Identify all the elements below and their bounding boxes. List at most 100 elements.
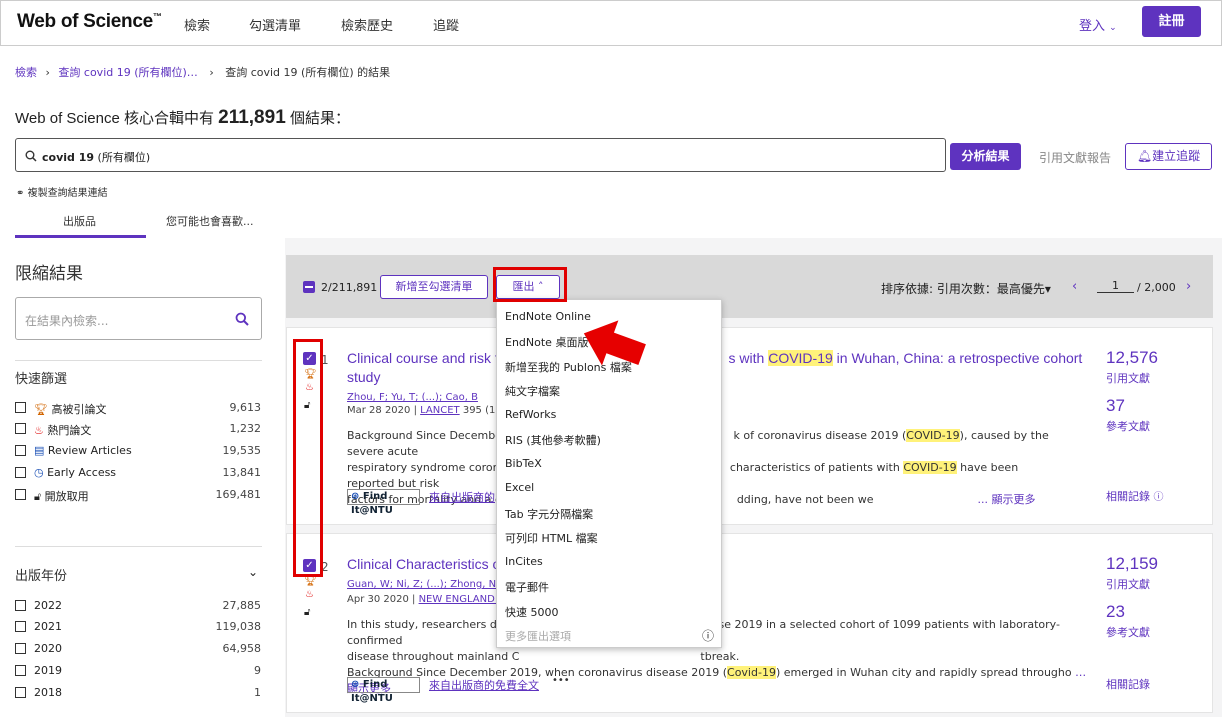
reference-count[interactable]: 37 [1106,396,1125,416]
select-all-checkbox[interactable] [303,281,315,293]
trophy-icon: 🏆︎ [34,403,48,416]
year-filter[interactable]: 2021 119,038 [15,619,261,635]
sort-dropdown[interactable]: 排序依據: 引用次數：最高優先▾ [881,280,1051,297]
export-printable-html[interactable]: 可列印 HTML 檔案 [505,530,598,546]
refine-sidebar: 限縮結果 在結果內檢索... 快速篩選 🏆︎ 高被引論文 9,613 ♨︎ 熱門論… [0,238,285,717]
publisher-link[interactable]: 來自出版商的 [429,489,495,505]
export-refworks[interactable]: RefWorks [505,408,556,421]
find-it-ntu-button[interactable]: ⊛ Find It@NTU [347,677,420,704]
search-query-box[interactable]: covid 19 (所有欄位) [15,138,946,172]
year-filter[interactable]: 2020 64,958 [15,641,261,657]
breadcrumb-current: 查詢 covid 19 (所有欄位) 的結果 [225,66,391,79]
record-source: Mar 28 2020 | LANCET 395 (10229 [347,405,521,416]
filter-early-access[interactable]: ◷ Early Access 13,841 [15,465,261,481]
help-icon: ⓘ [1153,492,1164,503]
export-email[interactable]: 電子郵件 [505,579,549,595]
refine-search-input[interactable]: 在結果內檢索... [15,297,262,340]
record-authors[interactable]: Guan, W; Ni, Z; (...); Zhong, N [347,579,496,590]
export-more-options: 更多匯出選項 [505,630,571,643]
filter-review-articles[interactable]: ▤ Review Articles 19,535 [15,443,261,459]
add-to-marked-list-button[interactable]: 新增至勾選清單 [380,275,488,299]
related-records-link[interactable]: 相關記錄 [1106,676,1150,692]
export-plain-text[interactable]: 純文字檔案 [505,383,560,399]
login-button[interactable]: 登入 ⌄ [1079,15,1117,34]
export-endnote-desktop[interactable]: EndNote 桌面版 [505,334,588,350]
export-fast-5000[interactable]: 快速 5000 [505,604,559,620]
publication-year-title: 出版年份 [15,569,68,584]
analyze-results-button[interactable]: 分析結果 [950,143,1021,170]
signup-button[interactable]: 註冊 [1142,6,1201,37]
open-lock-icon: 🔓︎ [34,490,42,503]
reference-count[interactable]: 23 [1106,602,1125,622]
year-filter[interactable]: 2018 1 [15,685,261,701]
record-authors[interactable]: Zhou, F; Yu, T; (...); Cao, B [347,392,478,403]
tab-publications[interactable]: 出版品 [63,213,96,229]
copy-query-link[interactable]: ⚭ 複製查詢結果連結 [16,184,108,199]
total-pages: / 2,000 [1137,281,1176,294]
export-tab-delimited[interactable]: Tab 字元分隔檔案 [505,506,593,522]
refine-title: 限縮結果 [15,264,83,284]
info-icon[interactable]: ⓘ [702,627,714,644]
find-it-ntu-button[interactable]: ⊛ Find It@NTU [347,489,420,516]
filter-highly-cited[interactable]: 🏆︎ 高被引論文 9,613 [15,400,261,416]
checkbox[interactable] [15,621,26,632]
nav-alerts[interactable]: 追蹤 [433,15,459,34]
results-toolbar: 2/211,891 新增至勾選清單 匯出 ˄ 排序依據: 引用次數：最高優先▾ … [286,255,1213,318]
trophy-icon: 🏆︎ [304,576,317,587]
checkbox[interactable] [15,687,26,698]
caret-down-icon: ▾ [1044,282,1051,296]
nav-search-history[interactable]: 檢索歷史 [341,15,393,34]
publisher-free-full-text-link[interactable]: 來自出版商的免費全文 [429,677,539,693]
tab-you-may-like[interactable]: 您可能也會喜歡... [166,213,254,229]
citation-label: 引用文獻 [1106,372,1150,385]
year-filter[interactable]: 2019 9 [15,663,261,679]
chevron-right-icon: › [209,66,214,79]
checkbox[interactable] [15,489,26,500]
record-title[interactable]: Clinical Characteristics o [347,555,500,574]
create-alert-button[interactable]: 🔔︎建立追蹤 [1125,143,1212,170]
export-excel[interactable]: Excel [505,481,534,494]
citation-count[interactable]: 12,576 [1106,348,1158,368]
breadcrumb-search[interactable]: 檢索 [15,66,37,79]
checkbox[interactable] [15,665,26,676]
export-bibtex[interactable]: BibTeX [505,457,542,470]
related-records-link[interactable]: 相關記錄 ⓘ [1106,488,1164,504]
breadcrumb: 檢索 › 查詢 covid 19 (所有欄位)… › 查詢 covid 19 (… [15,64,390,80]
checkbox[interactable] [15,643,26,654]
checkbox[interactable] [15,600,26,611]
page-input[interactable]: 1 [1097,279,1134,293]
logo[interactable]: Web of Science™ [17,11,162,33]
open-lock-icon: 🔓︎ [304,607,311,618]
year-filter[interactable]: 2022 27,885 [15,598,261,614]
search-icon[interactable] [235,312,249,326]
checkbox[interactable] [15,467,26,478]
chevron-down-icon[interactable]: ⌄ [248,565,258,579]
breadcrumb-query[interactable]: 查詢 covid 19 (所有欄位)… [58,66,197,79]
top-bar: Web of Science™ 檢索 勾選清單 檢索歷史 追蹤 登入 ⌄ 註冊 [0,0,1222,46]
result-record: ✓ 2 🏆︎ ♨︎ 🔓︎ Clinical Characteristics o … [286,533,1213,713]
search-field: (所有欄位) [97,151,151,164]
export-endnote-online[interactable]: EndNote Online [505,310,591,323]
citation-report-button[interactable]: 引用文獻報告 [1039,149,1111,166]
checkbox[interactable] [15,445,26,456]
reference-label: 參考文獻 [1106,626,1150,639]
export-ris[interactable]: RIS (其他參考軟體) [505,432,601,448]
result-record: ✓ 1 🏆︎ ♨︎ 🔓︎ Clinical course and risk fa… [286,327,1213,525]
filter-hot-papers[interactable]: ♨︎ 熱門論文 1,232 [15,421,261,437]
nav-marked-list[interactable]: 勾選清單 [249,15,301,34]
reference-label: 參考文獻 [1106,420,1150,433]
more-options-icon[interactable]: ••• [552,675,570,686]
divider [15,360,262,361]
prev-page-icon[interactable]: ‹ [1072,279,1077,294]
checkbox[interactable] [15,423,26,434]
export-incites[interactable]: InCites [505,555,543,568]
checkbox[interactable] [15,402,26,413]
next-page-icon[interactable]: › [1186,279,1191,294]
filter-open-access[interactable]: 🔓︎ 開放取用 169,481 [15,487,261,503]
chevron-down-icon: ⌄ [1109,23,1117,33]
find-it-logo-icon: ⊛ [351,679,360,690]
nav-search[interactable]: 檢索 [184,15,210,34]
flame-icon: ♨︎ [34,424,44,437]
citation-count[interactable]: 12,159 [1106,554,1158,574]
show-more-link[interactable]: ... 顯示更多 [978,493,1036,506]
